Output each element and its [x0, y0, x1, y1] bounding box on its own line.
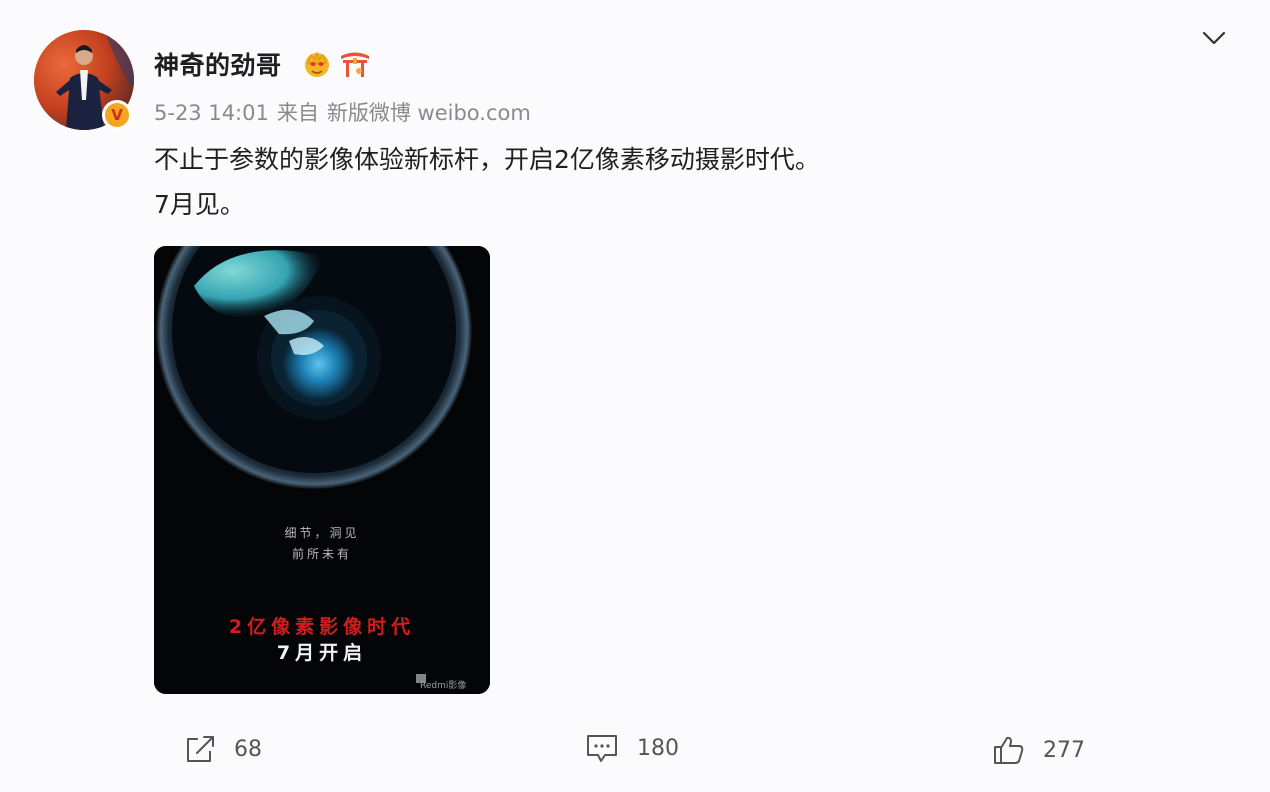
- like-count: 277: [1043, 737, 1085, 763]
- chevron-down-icon[interactable]: [1200, 26, 1228, 50]
- like-button[interactable]: 277: [993, 734, 1085, 766]
- source-prefix: 来自: [276, 101, 319, 125]
- poster-brand-mark: Redmi影像: [420, 681, 467, 691]
- comment-count: 180: [637, 735, 679, 761]
- share-count: 68: [234, 736, 262, 762]
- verified-badge-icon: V: [102, 100, 132, 130]
- share-icon: [187, 736, 214, 762]
- poster-subheadline: 7月开启: [276, 642, 368, 664]
- thumbs-up-icon: [994, 736, 1024, 764]
- crown-badge-icon[interactable]: [302, 49, 332, 79]
- comment-icon: [587, 735, 617, 762]
- share-button[interactable]: 68: [184, 734, 262, 764]
- poster-caption: 细节，洞见: [284, 526, 360, 540]
- poster-headline: 2亿像素影像时代: [228, 616, 416, 638]
- author-name[interactable]: 神奇的劲哥: [154, 46, 282, 82]
- post-text-line: 7月见。: [154, 190, 245, 219]
- weibo-post-card: V 神奇的劲哥 5-23 14:01 来自 新版微博 weibo.com 不止于参数…: [0, 0, 1270, 792]
- post-source[interactable]: 新版微博 weibo.com: [327, 101, 531, 125]
- post-timestamp[interactable]: 5-23 14:01: [154, 101, 269, 125]
- poster-caption: 前所未有: [291, 547, 352, 561]
- gate-badge-icon[interactable]: [339, 49, 371, 79]
- post-meta: 5-23 14:01 来自 新版微博 weibo.com: [154, 97, 539, 127]
- post-text-line: 不止于参数的影像体验新标杆，开启2亿像素移动摄影时代。: [154, 145, 820, 174]
- comment-button[interactable]: 180: [585, 732, 679, 764]
